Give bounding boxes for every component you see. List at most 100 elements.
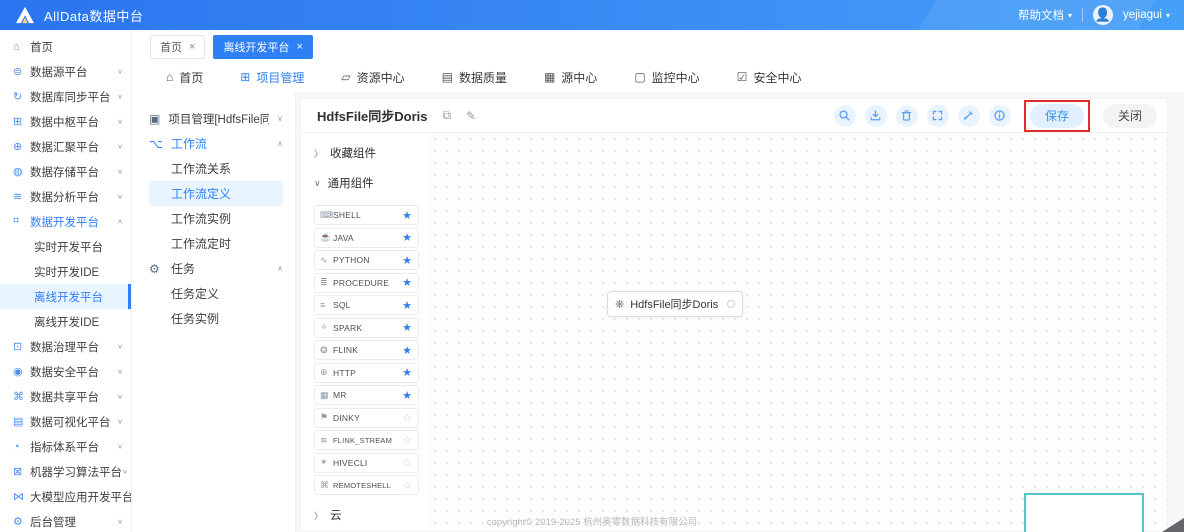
star-outline-icon[interactable]: ☆ — [402, 434, 412, 447]
tree-item-workflow-relation[interactable]: 工作流关系 — [149, 156, 283, 181]
info-button[interactable] — [988, 104, 1011, 127]
component-hivecli[interactable]: ✶ HIVECLI ☆ — [314, 452, 419, 473]
tab-home[interactable]: 首页 × — [150, 35, 206, 59]
sidebar-subitem-offline-dev-ide[interactable]: 离线开发IDE — [0, 309, 131, 334]
component-java[interactable]: ☕ JAVA ★ — [314, 227, 419, 248]
sidebar-item-llm-app-dev-platform[interactable]: ⋈大模型应用开发平台∨ — [0, 484, 131, 509]
canvas-search-button[interactable] — [833, 104, 856, 127]
star-icon[interactable]: ★ — [402, 231, 412, 244]
project-selector[interactable]: ▣ 项目管理[HdfsFile同步Do... ∨ — [149, 106, 287, 131]
star-icon[interactable]: ★ — [402, 209, 412, 222]
component-sql[interactable]: ≡ SQL ★ — [314, 295, 419, 315]
star-icon[interactable]: ★ — [402, 276, 412, 289]
sidebar-subitem-realtime-dev-ide[interactable]: 实时开发IDE — [0, 259, 131, 284]
llm-app-dev-icon: ⋈ — [13, 491, 24, 503]
workflow-canvas[interactable]: ❋ HdfsFile同步Doris — [429, 133, 1167, 532]
download-button[interactable] — [864, 104, 887, 127]
fullscreen-button[interactable] — [926, 104, 949, 127]
sidebar-item-indicator-system-platform[interactable]: ◔ 指标体系平台 ∨ — [0, 434, 131, 459]
node-output-port[interactable] — [727, 300, 735, 308]
admin-gear-icon: ⚙ — [13, 516, 23, 528]
tab-offline-dev-platform[interactable]: 离线开发平台 × — [213, 35, 313, 59]
sidebar-item-data-governance-platform[interactable]: ⊡ 数据治理平台 ∨ — [0, 334, 131, 359]
trash-icon — [900, 109, 913, 122]
tree-item-workflow-instance[interactable]: 工作流实例 — [149, 206, 283, 231]
user-avatar[interactable]: 👤 — [1092, 5, 1113, 25]
component-remoteshell[interactable]: ⌘ REMOTESHELL ☆ — [314, 475, 419, 495]
cloud-components-section[interactable]: 〉 云 — [314, 507, 419, 523]
close-button[interactable]: 关闭 — [1102, 103, 1157, 128]
sidebar-item-data-sharing-platform[interactable]: ⌘ 数据共享平台 ∨ — [0, 384, 131, 409]
tree-group-task[interactable]: ⚙ 任务 ∧ — [149, 256, 287, 281]
nav-data-quality[interactable]: ▤ 数据质量 — [442, 69, 507, 86]
component-flink[interactable]: ❂ FLINK ★ — [314, 340, 419, 360]
workflow-title: HdfsFile同步Doris — [317, 109, 428, 124]
chevron-down-icon: ∨ — [277, 114, 283, 123]
user-menu[interactable]: yejiagui ▾ — [1123, 9, 1170, 21]
nav-project-management[interactable]: ⊞ 项目管理 — [240, 69, 304, 86]
star-icon[interactable]: ★ — [402, 254, 412, 267]
common-components-section[interactable]: ∨ 通用组件 — [314, 175, 419, 191]
star-outline-icon[interactable]: ☆ — [402, 411, 412, 424]
star-icon[interactable]: ★ — [402, 321, 412, 334]
component-http[interactable]: ⊕ HTTP ★ — [314, 362, 419, 383]
delete-button[interactable] — [895, 104, 918, 127]
sidebar-item-admin[interactable]: ⚙ 后台管理 ∨ — [0, 509, 131, 532]
component-python[interactable]: ∿ PYTHON ★ — [314, 250, 419, 270]
close-icon[interactable]: × — [189, 41, 195, 53]
sidebar-item-data-analysis-platform[interactable]: ≋ 数据分析平台 ∨ — [0, 184, 131, 209]
tree-group-workflow[interactable]: ⌥ 工作流 ∧ — [149, 131, 287, 156]
header-divider — [1081, 8, 1083, 22]
sidebar-item-data-hub-platform[interactable]: ⊞ 数据中枢平台 ∨ — [0, 109, 131, 134]
nav-home[interactable]: ⌂ 首页 — [166, 69, 203, 86]
nav-source-center[interactable]: ▦ 源中心 — [544, 69, 597, 86]
flink-stream-icon: ≋ — [320, 434, 328, 445]
nav-security-center[interactable]: ☑ 安全中心 — [737, 69, 802, 86]
sidebar-item-data-visualization-platform[interactable]: ▤ 数据可视化平台 ∨ — [0, 409, 131, 434]
nav-monitor-center[interactable]: ▢ 监控中心 — [634, 69, 699, 86]
data-sharing-icon: ⌘ — [13, 391, 24, 403]
tree-item-task-instance[interactable]: 任务实例 — [149, 306, 283, 331]
tree-item-task-definition[interactable]: 任务定义 — [149, 281, 283, 306]
sidebar-item-home[interactable]: ⌂ 首页 — [0, 34, 131, 59]
sidebar-subitem-offline-dev-platform[interactable]: 离线开发平台 — [0, 284, 131, 309]
workflow-node-hdfsfile-sync-doris[interactable]: ❋ HdfsFile同步Doris — [607, 291, 743, 317]
favorite-components-section[interactable]: 〉 收藏组件 — [314, 145, 419, 161]
star-icon[interactable]: ★ — [402, 299, 412, 312]
sidebar-subitem-realtime-dev-platform[interactable]: 实时开发平台 — [0, 234, 131, 259]
component-flink-stream[interactable]: ≋ FLINK_STREAM ☆ — [314, 430, 419, 450]
chevron-down-icon: ∨ — [117, 117, 123, 126]
save-button[interactable]: 保存 — [1029, 103, 1084, 128]
data-security-icon: ◉ — [13, 366, 23, 378]
star-outline-icon[interactable]: ☆ — [402, 479, 412, 492]
sidebar-item-data-dev-platform[interactable]: ⌗ 数据开发平台 ∧ — [0, 209, 131, 234]
edit-icon[interactable]: ✎ — [466, 109, 476, 123]
sidebar-item-ml-algorithm-platform[interactable]: ⊠ 机器学习算法平台 ∨ — [0, 459, 131, 484]
sql-icon: ≡ — [320, 300, 326, 310]
component-spark[interactable]: ✧ SPARK ★ — [314, 317, 419, 338]
shell-icon: ⌨ — [320, 209, 333, 220]
tree-item-workflow-definition[interactable]: 工作流定义 — [149, 181, 283, 206]
format-button[interactable] — [957, 104, 980, 127]
close-icon[interactable]: × — [296, 41, 302, 53]
nav-resource-center[interactable]: ▱ 资源中心 — [341, 69, 404, 86]
component-dinky[interactable]: ⚑ DINKY ☆ — [314, 407, 419, 428]
copy-icon[interactable]: ⧉ — [443, 108, 452, 123]
tree-item-workflow-schedule[interactable]: 工作流定时 — [149, 231, 283, 256]
flink-icon: ❂ — [320, 344, 328, 355]
star-icon[interactable]: ★ — [402, 344, 412, 357]
component-mr[interactable]: ▦ MR ★ — [314, 385, 419, 405]
help-docs-menu[interactable]: 帮助文档 ▾ — [1018, 7, 1072, 23]
star-icon[interactable]: ★ — [402, 389, 412, 402]
star-outline-icon[interactable]: ☆ — [402, 456, 412, 469]
top-header: AllData数据中台 帮助文档 ▾ 👤 yejiagui ▾ — [0, 0, 1184, 30]
canvas-minimap[interactable] — [1024, 493, 1144, 532]
star-icon[interactable]: ★ — [402, 366, 412, 379]
sidebar-item-data-storage-platform[interactable]: ◍ 数据存储平台 ∨ — [0, 159, 131, 184]
component-shell[interactable]: ⌨ SHELL ★ — [314, 205, 419, 225]
component-procedure[interactable]: ≣ PROCEDURE ★ — [314, 272, 419, 293]
sidebar-item-datasource-platform[interactable]: ⊜ 数据源平台 ∨ — [0, 59, 131, 84]
sidebar-item-data-aggregation-platform[interactable]: ⊕ 数据汇聚平台 ∨ — [0, 134, 131, 159]
sidebar-item-db-sync-platform[interactable]: ↻ 数据库同步平台 ∨ — [0, 84, 131, 109]
sidebar-item-data-security-platform[interactable]: ◉ 数据安全平台 ∨ — [0, 359, 131, 384]
